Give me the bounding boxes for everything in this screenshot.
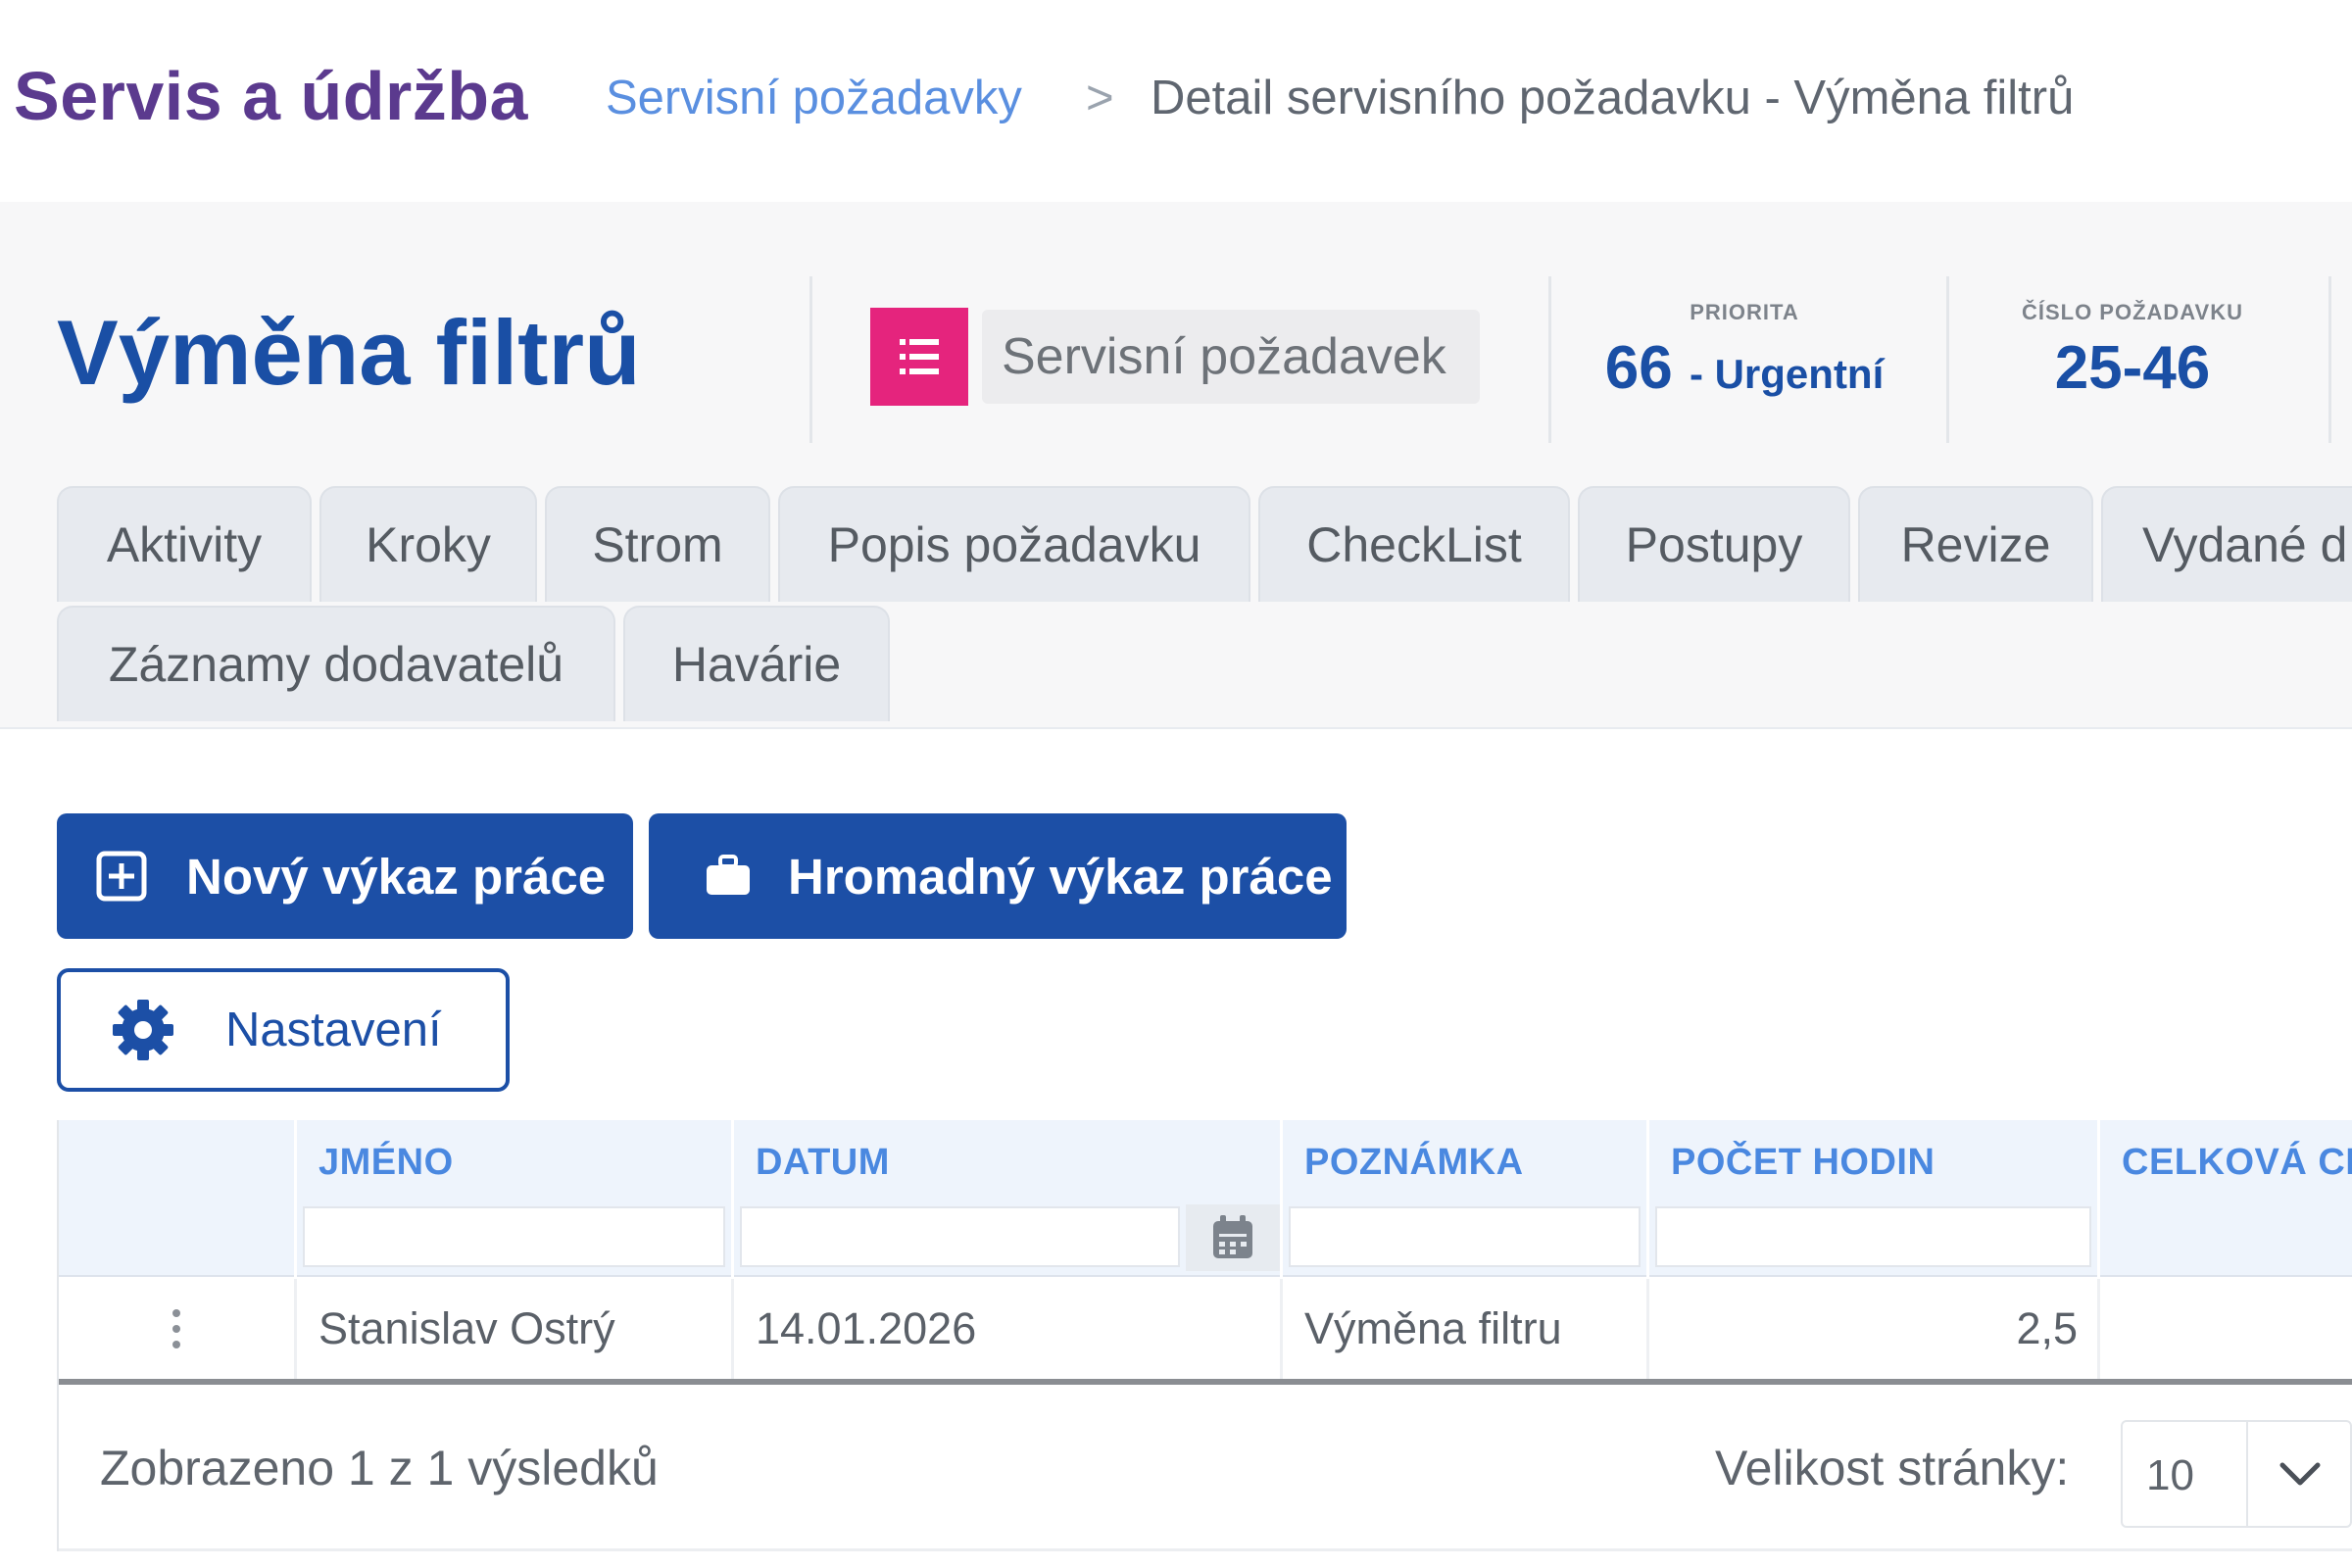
app-title: Servis a údržba — [14, 58, 528, 134]
row-menu-cell — [59, 1279, 294, 1379]
list-icon — [870, 308, 968, 406]
priority-label: - Urgentní — [1689, 351, 1885, 397]
filter-date-input[interactable] — [740, 1206, 1180, 1267]
breadcrumb-link-service-requests[interactable]: Servisní požadavky — [606, 71, 1022, 125]
column-header-date: DATUM — [731, 1120, 1280, 1277]
divider — [809, 276, 812, 443]
cell-total — [2097, 1279, 2352, 1379]
divider — [2328, 276, 2331, 443]
tab-zaznamy-dodavatelu[interactable]: Záznamy dodavatelů — [57, 606, 615, 721]
column-header-hours: POČET HODIN — [1646, 1120, 2097, 1277]
tab-aktivity[interactable]: Aktivity — [57, 486, 312, 602]
settings-label: Nastavení — [225, 1004, 442, 1056]
tab-kroky[interactable]: Kroky — [319, 486, 537, 602]
page-size-select[interactable]: 10 — [2121, 1420, 2352, 1528]
priority-value: 66 - Urgentní — [1597, 333, 1891, 403]
filter-note-input[interactable] — [1289, 1206, 1641, 1267]
request-header-band: Výměna filtrů Servisní požadavek PRIORIT… — [0, 202, 2352, 729]
cell-name: Stanislav Ostrý — [294, 1279, 731, 1379]
top-header: Servis a údržba Servisní požadavky > Det… — [0, 0, 2352, 202]
tab-checklist[interactable]: CheckList — [1258, 486, 1570, 602]
tab-popis-pozadavku[interactable]: Popis požadavku — [778, 486, 1250, 602]
request-type-chip: Servisní požadavek — [870, 308, 1480, 406]
grid-header: JMÉNO DATUM POZNÁMKA POČET HODIN CELKOVÁ… — [59, 1120, 2352, 1277]
settings-button[interactable]: Nastavení — [57, 968, 510, 1092]
request-type-label: Servisní požadavek — [982, 310, 1480, 404]
request-number-caption: ČÍSLO POŽADAVKU — [2021, 300, 2244, 324]
breadcrumb-current: Detail servisního požadavku - Výměna fil… — [1151, 72, 2075, 124]
column-caption-name[interactable]: JMÉNO — [318, 1142, 454, 1184]
bulk-work-report-label: Hromadný výkaz práce — [788, 848, 1333, 905]
kebab-menu-icon[interactable] — [59, 1305, 294, 1352]
briefcase-icon — [668, 851, 788, 902]
cell-hours: 2,5 — [1646, 1279, 2097, 1379]
column-caption-note[interactable]: POZNÁMKA — [1304, 1142, 1524, 1184]
page-size-label: Velikost stránky: — [1715, 1441, 2070, 1495]
divider — [1946, 276, 1949, 443]
tab-strom[interactable]: Strom — [545, 486, 770, 602]
tab-havarie[interactable]: Havárie — [623, 606, 890, 721]
request-number-value: 25-46 — [2054, 334, 2211, 402]
column-caption-date[interactable]: DATUM — [756, 1142, 890, 1184]
tab-revize[interactable]: Revize — [1858, 486, 2093, 602]
request-number-stat: ČÍSLO POŽADAVKU 25-46 — [1995, 300, 2270, 403]
column-caption-hours[interactable]: POČET HODIN — [1671, 1142, 1935, 1184]
calendar-icon[interactable] — [1186, 1204, 1280, 1271]
work-report-grid: JMÉNO DATUM POZNÁMKA POČET HODIN CELKOVÁ… — [57, 1120, 2352, 1551]
page-size-value: 10 — [2146, 1451, 2194, 1499]
page-title: Výměna filtrů — [57, 301, 641, 404]
tab-postupy[interactable]: Postupy — [1578, 486, 1850, 602]
filter-name-input[interactable] — [303, 1206, 725, 1267]
table-row[interactable]: Stanislav Ostrý 14.01.2026 Výměna filtru… — [59, 1279, 2352, 1385]
column-header-note: POZNÁMKA — [1280, 1120, 1646, 1277]
cell-date: 14.01.2026 — [731, 1279, 1280, 1379]
grid-footer: Zobrazeno 1 z 1 výsledků Velikost stránk… — [59, 1393, 2352, 1551]
filter-hours-input[interactable] — [1655, 1206, 2091, 1267]
grid-header-actions — [59, 1120, 294, 1277]
bulk-work-report-button[interactable]: Hromadný výkaz práce — [649, 813, 1347, 939]
divider — [1548, 276, 1551, 443]
priority-caption: PRIORITA — [1690, 300, 1799, 324]
cell-note: Výměna filtru — [1280, 1279, 1646, 1379]
tab-vydane[interactable]: Vydané d — [2101, 486, 2352, 602]
gear-icon — [61, 996, 225, 1064]
result-count: Zobrazeno 1 z 1 výsledků — [100, 1441, 659, 1495]
plus-square-icon — [57, 848, 186, 905]
column-header-total: CELKOVÁ CE — [2097, 1120, 2352, 1277]
priority-stat: PRIORITA 66 - Urgentní — [1597, 300, 1891, 403]
column-header-name: JMÉNO — [294, 1120, 731, 1277]
column-caption-total[interactable]: CELKOVÁ CE — [2122, 1142, 2352, 1184]
new-work-report-label: Nový výkaz práce — [186, 848, 607, 905]
breadcrumb-separator: > — [1086, 72, 1114, 124]
new-work-report-button[interactable]: Nový výkaz práce — [57, 813, 633, 939]
chevron-down-icon[interactable] — [2246, 1422, 2352, 1526]
priority-number: 66 — [1604, 334, 1673, 402]
